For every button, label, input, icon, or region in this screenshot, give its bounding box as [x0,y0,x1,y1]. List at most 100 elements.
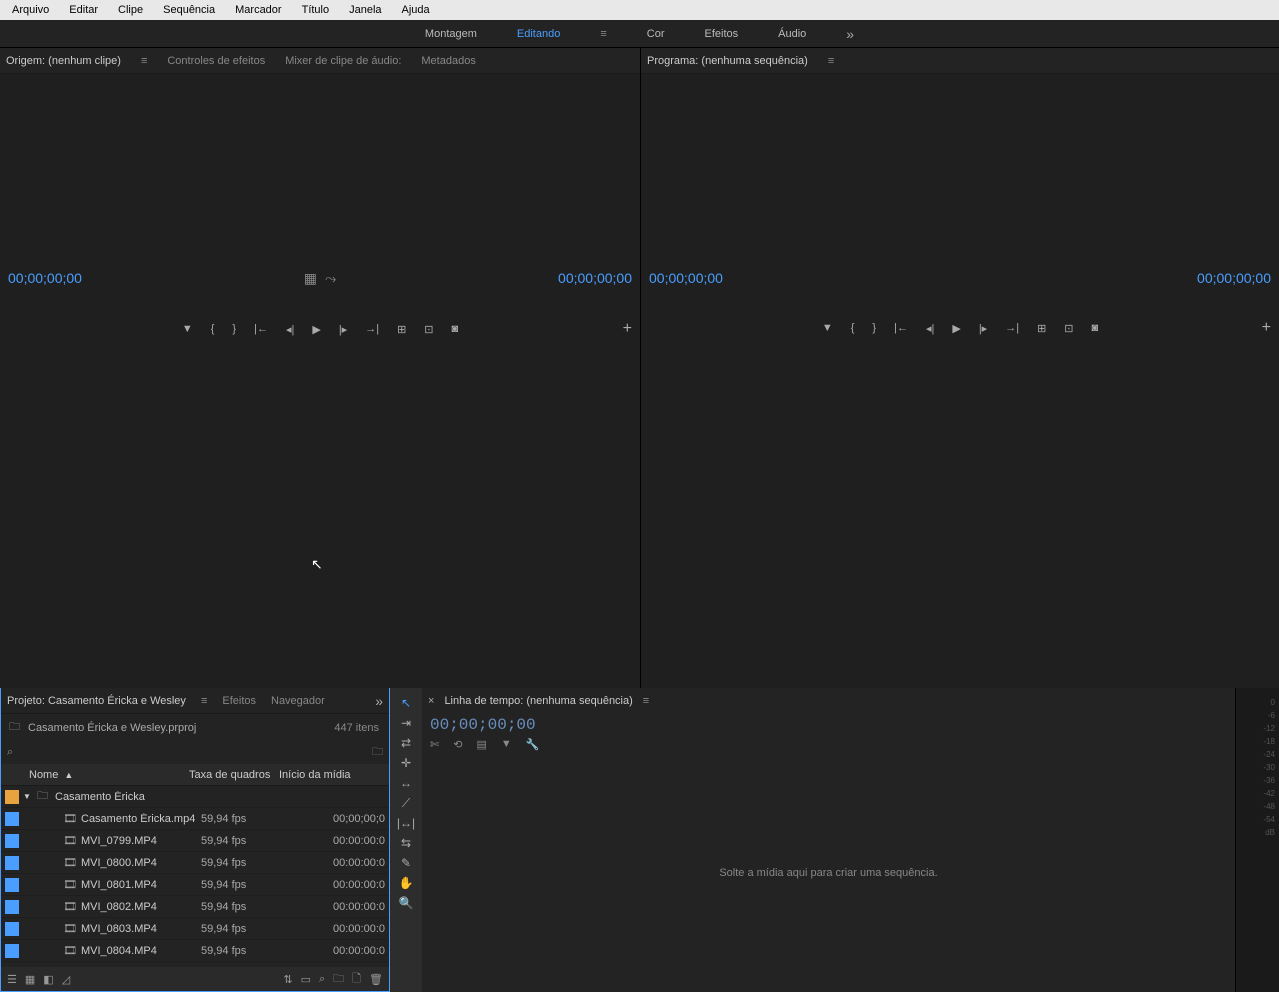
tab-programa[interactable]: Programa: (nenhuma sequência) [647,55,808,67]
timeline-timecode[interactable]: 00;00;00;00 [422,714,1235,736]
col-nome[interactable]: Nome [29,769,58,781]
settings-icon[interactable]: ⤳ [325,270,336,287]
new-item-icon[interactable]: 🗋 [352,970,361,989]
hand-tool-icon[interactable]: ✋ [396,876,416,890]
rolling-edit-icon[interactable]: ✛ [396,756,416,770]
snap-icon[interactable]: ✄ [430,738,439,751]
menu-janela[interactable]: Janela [339,2,391,18]
tab-navegador[interactable]: Navegador [271,695,325,707]
sort-icon[interactable]: ⇅ [283,973,292,986]
insert-icon[interactable]: ⊞ [397,323,406,336]
p-export-frame-icon[interactable]: ◙ [1092,322,1099,334]
menu-editar[interactable]: Editar [59,2,108,18]
clip-row[interactable]: 🎞 MVI_0802.MP4 59,94 fps 00:00:00:0 [1,896,389,918]
play-icon[interactable]: ▶ [312,323,320,336]
p-step-back-icon[interactable]: ◂| [926,322,934,335]
programa-menu-icon[interactable]: ≡ [828,55,834,67]
ws-editando-menu-icon[interactable]: ≡ [600,28,606,40]
p-go-out-icon[interactable]: →| [1005,322,1019,334]
menu-titulo[interactable]: Título [292,2,340,18]
ws-efeitos[interactable]: Efeitos [705,28,739,40]
menu-arquivo[interactable]: Arquivo [2,2,59,18]
bin-row[interactable]: ▼ 🗀 Casamento Éricka [1,786,389,808]
list-view-icon[interactable]: ☰ [7,973,17,986]
icon-view-icon[interactable]: ▦ [25,973,35,986]
projeto-menu-icon[interactable]: ≡ [201,695,207,707]
p-go-in-icon[interactable]: |← [894,322,908,334]
menu-clipe[interactable]: Clipe [108,2,153,18]
fit-icon[interactable]: ▦ [304,270,317,287]
p-add-button-icon[interactable]: + [1262,319,1271,337]
step-back-icon[interactable]: ◂| [286,323,294,336]
ws-overflow-icon[interactable]: » [846,26,854,42]
add-marker-icon[interactable]: ▤ [476,738,486,751]
clip-row[interactable]: 🎞 MVI_0799.MP4 59,94 fps 00:00:00:0 [1,830,389,852]
timeline-menu-icon[interactable]: ≡ [643,695,649,707]
rate-stretch-icon[interactable]: ↔ [396,776,416,790]
p-step-fwd-icon[interactable]: |▸ [979,322,987,335]
new-bin-icon[interactable]: 🗀 [333,970,344,989]
p-in-icon[interactable]: { [851,322,855,334]
clip-row[interactable]: 🎞 MVI_0803.MP4 59,94 fps 00:00:00:0 [1,918,389,940]
project-overflow-icon[interactable]: » [375,693,383,709]
auto-seq-icon[interactable]: ▭ [301,973,311,986]
p-play-icon[interactable]: ▶ [952,322,960,335]
find-icon[interactable]: ⌕ [319,973,325,986]
marker-icon[interactable]: ▼ [182,323,193,335]
slip-tool-icon[interactable]: |↔| [396,816,416,830]
search-icon[interactable]: ⌕ [7,746,13,759]
go-to-in-icon[interactable]: |← [254,323,268,335]
col-inicio[interactable]: Início da mídia [279,769,389,781]
p-out-icon[interactable]: } [872,322,876,334]
program-viewer-area[interactable] [641,74,1279,264]
tab-metadados[interactable]: Metadados [421,55,475,67]
razor-tool-icon[interactable]: ⟋ [396,796,416,810]
ws-cor[interactable]: Cor [647,28,665,40]
export-frame-icon[interactable]: ◙ [452,323,459,335]
clip-row[interactable]: 🎞 MVI_0800.MP4 59,94 fps 00:00:00:0 [1,852,389,874]
timeline-close-icon[interactable]: × [428,695,434,707]
clip-row[interactable]: 🎞 Casamento Éricka.mp4 59,94 fps 00;00;0… [1,808,389,830]
out-point-icon[interactable]: } [232,323,236,335]
freeform-view-icon[interactable]: ◧ [43,973,53,986]
track-select-fwd-icon[interactable]: ⇥ [396,716,416,730]
in-point-icon[interactable]: { [211,323,215,335]
ws-audio[interactable]: Áudio [778,28,806,40]
menu-marcador[interactable]: Marcador [225,2,291,18]
zoom-slider-icon[interactable]: ◿ [62,973,70,986]
trash-icon[interactable]: 🗑 [369,973,383,986]
timeline-drop-area[interactable]: Solte a mídia aqui para criar uma sequên… [422,753,1235,992]
tab-origem[interactable]: Origem: (nenhum clipe) [6,55,121,67]
p-extract-icon[interactable]: ⊡ [1064,322,1073,335]
new-bin-quick-icon[interactable]: 🗀 [372,743,383,762]
zoom-tool-icon[interactable]: 🔍 [396,896,416,910]
add-button-icon[interactable]: + [623,320,632,338]
tab-timeline[interactable]: Linha de tempo: (nenhuma sequência) [444,695,632,707]
linked-selection-icon[interactable]: ⟲ [453,738,462,751]
tab-mixer-audio[interactable]: Mixer de clipe de áudio: [285,55,401,67]
selection-tool-icon[interactable]: ↖ [396,696,416,710]
step-fwd-icon[interactable]: |▸ [339,323,347,336]
source-viewer-area[interactable] [0,74,640,264]
clip-row[interactable]: 🎞 MVI_0804.MP4 59,94 fps 00:00:00:0 [1,940,389,962]
ripple-edit-icon[interactable]: ⇄ [396,736,416,750]
tab-projeto[interactable]: Projeto: Casamento Éricka e Wesley [7,695,186,707]
clip-row[interactable]: 🎞 MVI_0801.MP4 59,94 fps 00:00:00:0 [1,874,389,896]
tab-efeitos[interactable]: Efeitos [222,695,256,707]
p-marker-icon[interactable]: ▼ [822,322,833,334]
overwrite-icon[interactable]: ⊡ [424,323,433,336]
slide-tool-icon[interactable]: ⇆ [396,836,416,850]
go-to-out-icon[interactable]: →| [365,323,379,335]
pen-tool-icon[interactable]: ✎ [396,856,416,870]
menu-ajuda[interactable]: Ajuda [392,2,440,18]
timeline-marker-icon[interactable]: ▼ [501,738,512,751]
ws-montagem[interactable]: Montagem [425,28,477,40]
bin-expand-icon[interactable]: ▼ [23,792,37,801]
settings-wrench-icon[interactable]: 🔧 [526,738,540,751]
p-lift-icon[interactable]: ⊞ [1037,322,1046,335]
menu-sequencia[interactable]: Sequência [153,2,225,18]
tab-controles-efeitos[interactable]: Controles de efeitos [167,55,265,67]
ws-editando[interactable]: Editando [517,28,560,40]
col-fps[interactable]: Taxa de quadros [189,769,279,781]
origem-menu-icon[interactable]: ≡ [141,55,147,67]
